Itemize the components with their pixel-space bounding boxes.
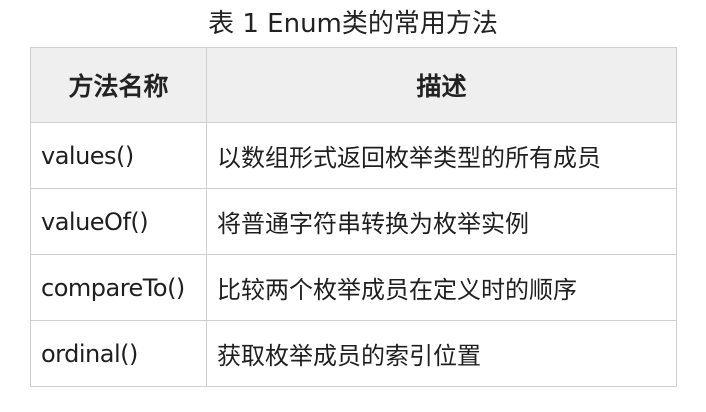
table-row: values() 以数组形式返回枚举类型的所有成员 — [30, 122, 677, 189]
header-method-name: 方法名称 — [30, 47, 207, 123]
header-description: 描述 — [206, 47, 677, 123]
table-row: ordinal() 获取枚举成员的索引位置 — [30, 320, 677, 387]
enum-methods-table: 方法名称 描述 values() 以数组形式返回枚举类型的所有成员 valueO… — [30, 47, 677, 387]
table-row: valueOf() 将普通字符串转换为枚举实例 — [30, 188, 677, 255]
method-cell: compareTo() — [30, 254, 207, 321]
table-caption: 表 1 Enum类的常用方法 — [208, 9, 498, 39]
table-row: compareTo() 比较两个枚举成员在定义时的顺序 — [30, 254, 677, 321]
method-cell: valueOf() — [30, 188, 207, 255]
description-cell: 将普通字符串转换为枚举实例 — [206, 188, 677, 255]
table-header-row: 方法名称 描述 — [30, 47, 677, 123]
description-cell: 以数组形式返回枚举类型的所有成员 — [206, 122, 677, 189]
description-cell: 获取枚举成员的索引位置 — [206, 320, 677, 387]
description-cell: 比较两个枚举成员在定义时的顺序 — [206, 254, 677, 321]
method-cell: values() — [30, 122, 207, 189]
method-cell: ordinal() — [30, 320, 207, 387]
